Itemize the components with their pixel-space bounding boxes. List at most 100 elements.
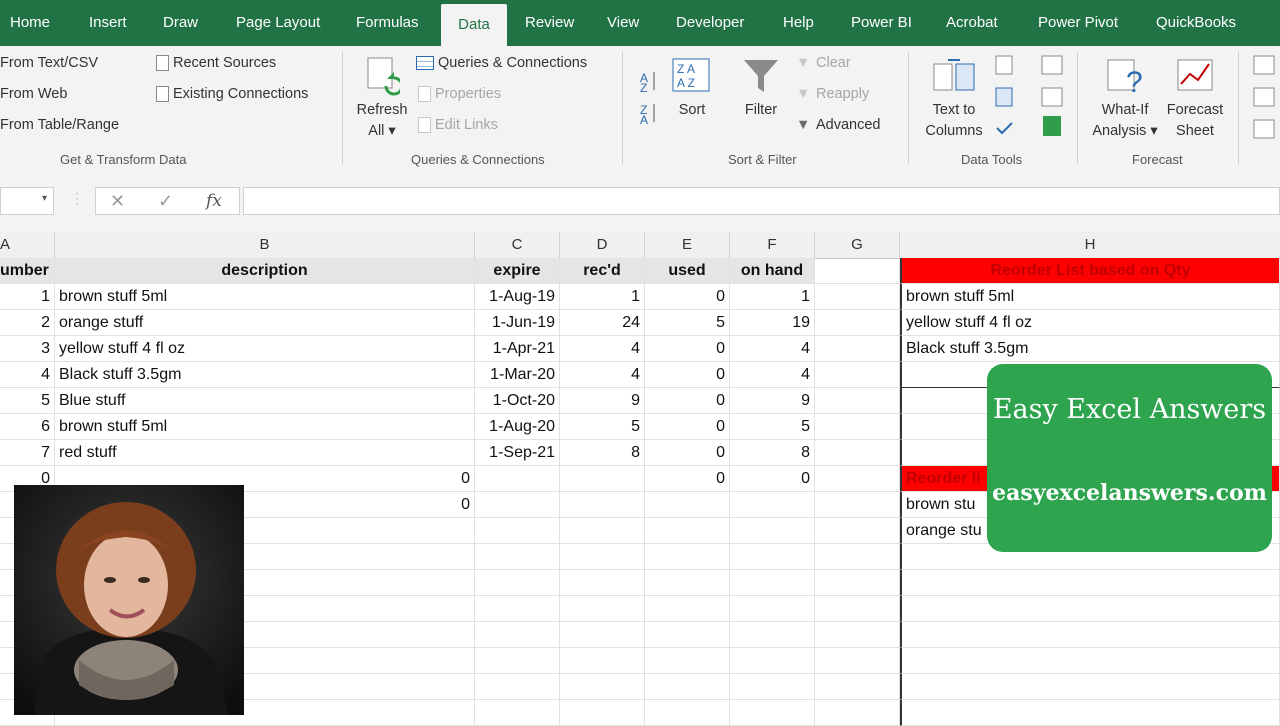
column-header-f[interactable]: F <box>730 232 815 258</box>
cell-b6[interactable]: Blue stuff <box>55 388 475 414</box>
grid-cell[interactable] <box>815 336 900 362</box>
cell-b5[interactable]: Black stuff 3.5gm <box>55 362 475 388</box>
grid-cell[interactable] <box>645 570 730 596</box>
grid-cell[interactable] <box>475 518 560 544</box>
sort-az-icon[interactable]: AZZA <box>638 60 660 129</box>
text-to-columns-button[interactable]: Text to Columns <box>918 100 990 142</box>
grid-cell[interactable] <box>815 570 900 596</box>
grid-cell[interactable] <box>645 596 730 622</box>
cell-a8[interactable]: 7 <box>0 440 55 466</box>
grid-cell[interactable] <box>815 700 900 726</box>
forecast-sheet-button[interactable]: Forecast Sheet <box>1164 100 1226 142</box>
column-header-b[interactable]: B <box>55 232 475 258</box>
cell-f4[interactable]: 4 <box>730 336 815 362</box>
column-header-e[interactable]: E <box>645 232 730 258</box>
grid-cell[interactable] <box>645 622 730 648</box>
cell-e3[interactable]: 5 <box>645 310 730 336</box>
cell-b4[interactable]: yellow stuff 4 fl oz <box>55 336 475 362</box>
grid-cell[interactable] <box>815 518 900 544</box>
grid-cell[interactable] <box>645 674 730 700</box>
grid-cell[interactable] <box>645 700 730 726</box>
cell-e6[interactable]: 0 <box>645 388 730 414</box>
grid-cell[interactable] <box>730 700 815 726</box>
grid-cell[interactable] <box>475 544 560 570</box>
cancel-icon[interactable]: ✕ <box>110 191 125 212</box>
name-box[interactable]: ▾ <box>0 187 54 215</box>
grid-cell[interactable] <box>560 466 645 492</box>
clear-button[interactable]: ▼ Clear <box>796 55 851 71</box>
cell-f2[interactable]: 1 <box>730 284 815 310</box>
grid-cell[interactable] <box>815 258 900 284</box>
cell-d3[interactable]: 24 <box>560 310 645 336</box>
grid-cell[interactable] <box>815 674 900 700</box>
grid-cell[interactable] <box>560 570 645 596</box>
grid-cell[interactable] <box>645 544 730 570</box>
name-box-dropdown-icon[interactable]: ▾ <box>42 193 47 204</box>
grid-cell[interactable] <box>815 466 900 492</box>
recent-sources-button[interactable]: Recent Sources <box>156 55 276 71</box>
reorder-item[interactable]: yellow stuff 4 fl oz <box>900 310 1280 336</box>
grid-cell[interactable] <box>475 622 560 648</box>
tab-draw[interactable]: Draw <box>157 0 204 46</box>
cell-b3[interactable]: orange stuff <box>55 310 475 336</box>
cell-a6[interactable]: 5 <box>0 388 55 414</box>
grid-cell[interactable] <box>815 544 900 570</box>
tab-view[interactable]: View <box>601 0 645 46</box>
cell-e8[interactable]: 0 <box>645 440 730 466</box>
grid-cell[interactable] <box>730 596 815 622</box>
data-tools-small-icons-2[interactable] <box>1040 54 1064 146</box>
header-cell-description[interactable]: description <box>55 258 475 284</box>
cell-d2[interactable]: 1 <box>560 284 645 310</box>
grid-cell[interactable] <box>900 570 1280 596</box>
grid-cell[interactable] <box>645 648 730 674</box>
filter-button[interactable]: Filter <box>740 100 782 121</box>
advanced-button[interactable]: ▼ Advanced <box>796 117 881 133</box>
grid-cell[interactable] <box>815 388 900 414</box>
cell-d5[interactable]: 4 <box>560 362 645 388</box>
tab-insert[interactable]: Insert <box>83 0 133 46</box>
grid-cell[interactable] <box>645 492 730 518</box>
cell-c3[interactable]: 1-Jun-19 <box>475 310 560 336</box>
grid-cell[interactable] <box>475 596 560 622</box>
cell-c4[interactable]: 1-Apr-21 <box>475 336 560 362</box>
grid-cell[interactable] <box>645 518 730 544</box>
grid-cell[interactable] <box>730 674 815 700</box>
header-cell-number[interactable]: umber <box>0 258 55 284</box>
reapply-button[interactable]: ▼ Reapply <box>796 86 869 102</box>
grid-cell[interactable] <box>815 362 900 388</box>
tab-power-bi[interactable]: Power BI <box>845 0 918 46</box>
tab-review[interactable]: Review <box>519 0 580 46</box>
grid-cell[interactable] <box>475 570 560 596</box>
sort-button[interactable]: Sort <box>672 100 712 121</box>
grid-cell[interactable] <box>900 622 1280 648</box>
cell-f7[interactable]: 5 <box>730 414 815 440</box>
what-if-analysis-button[interactable]: What-If Analysis ▾ <box>1088 100 1162 142</box>
cell-e7[interactable]: 0 <box>645 414 730 440</box>
tab-quickbooks[interactable]: QuickBooks <box>1150 0 1242 46</box>
cell-a4[interactable]: 3 <box>0 336 55 362</box>
cell-c7[interactable]: 1-Aug-20 <box>475 414 560 440</box>
grid-cell[interactable] <box>475 492 560 518</box>
grid-cell[interactable] <box>730 648 815 674</box>
existing-connections-button[interactable]: Existing Connections <box>156 86 308 102</box>
from-text-csv-button[interactable]: From Text/CSV <box>0 55 98 71</box>
grid-cell[interactable] <box>815 414 900 440</box>
outline-icons[interactable] <box>1252 54 1276 146</box>
grid-cell[interactable] <box>815 492 900 518</box>
from-table-range-button[interactable]: From Table/Range <box>0 117 119 133</box>
cell-f6[interactable]: 9 <box>730 388 815 414</box>
cell-a2[interactable]: 1 <box>0 284 55 310</box>
grid-cell[interactable] <box>560 700 645 726</box>
tab-page-layout[interactable]: Page Layout <box>230 0 326 46</box>
cell-e2[interactable]: 0 <box>645 284 730 310</box>
column-header-c[interactable]: C <box>475 232 560 258</box>
column-header-a[interactable]: A <box>0 232 55 258</box>
grid-cell[interactable] <box>560 648 645 674</box>
cell-a5[interactable]: 4 <box>0 362 55 388</box>
cell-b8[interactable]: red stuff <box>55 440 475 466</box>
header-cell-used[interactable]: used <box>645 258 730 284</box>
grid-cell[interactable] <box>815 596 900 622</box>
header-cell-recd[interactable]: rec'd <box>560 258 645 284</box>
cell-c8[interactable]: 1-Sep-21 <box>475 440 560 466</box>
tab-help[interactable]: Help <box>777 0 820 46</box>
